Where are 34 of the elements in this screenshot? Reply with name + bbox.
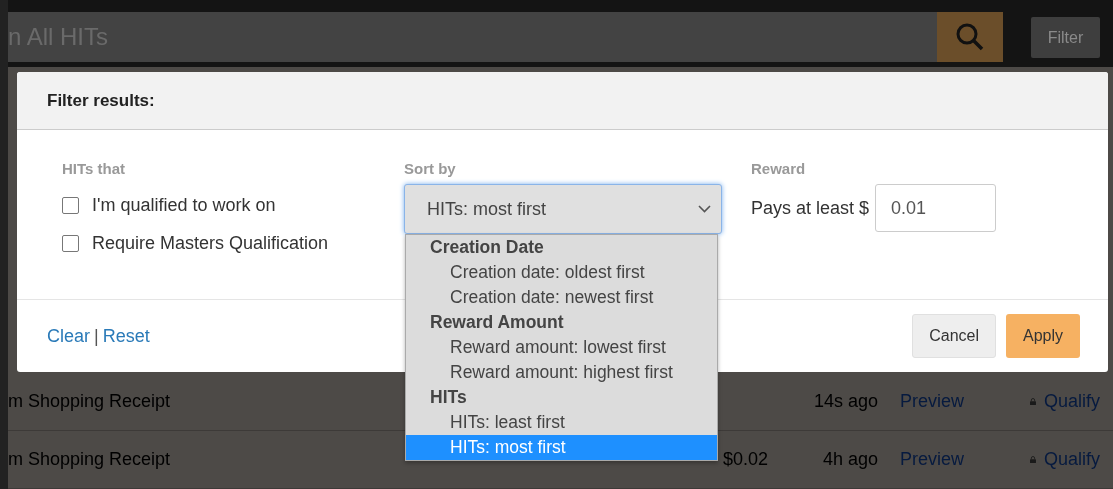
dropdown-option[interactable]: Creation date: newest first — [406, 285, 717, 310]
hit-title: m Shopping Receipt — [8, 391, 171, 411]
hit-age: 14s ago — [813, 391, 878, 411]
hit-reward: $0.02 — [722, 449, 768, 469]
section-label: Sort by — [404, 160, 457, 177]
lock-icon — [1030, 453, 1036, 466]
lock-icon — [1030, 395, 1036, 408]
dropdown-option[interactable]: Creation date: oldest first — [406, 260, 717, 285]
modal-title: Filter results: — [47, 90, 155, 111]
section-label: Reward — [751, 160, 807, 177]
search-icon — [955, 22, 985, 52]
option-group-label: Creation Date — [429, 236, 545, 259]
dropdown-option[interactable]: Reward amount: highest first — [406, 360, 717, 385]
apply-button[interactable]: Apply — [1006, 314, 1080, 358]
dropdown-option[interactable]: HITs: least first — [406, 410, 717, 435]
sort-select[interactable]: HITs: most first — [404, 184, 722, 234]
hit-title: m Shopping Receipt — [8, 449, 171, 469]
checkbox-label: Require Masters Qualification — [92, 232, 329, 254]
field-label: Pays at least $ — [751, 197, 870, 219]
chevron-down-icon — [698, 205, 711, 213]
option-group-label: HITs — [429, 386, 468, 409]
reward-input[interactable]: 0.01 — [875, 184, 997, 232]
option-group-label: Reward Amount — [429, 311, 565, 334]
cancel-button[interactable]: Cancel — [912, 314, 996, 358]
checkbox[interactable] — [62, 234, 79, 252]
search-button[interactable] — [937, 12, 1003, 62]
checkbox-label: I'm qualified to work on — [92, 194, 276, 216]
checkbox[interactable] — [62, 196, 79, 214]
link[interactable]: Clear — [47, 325, 90, 347]
link[interactable]: Reset — [102, 325, 150, 347]
separator: | — [94, 325, 99, 347]
hit-age: 4h ago — [822, 449, 878, 469]
dropdown-option[interactable]: Reward amount: lowest first — [406, 335, 717, 360]
section-label: HITs that — [62, 160, 127, 177]
